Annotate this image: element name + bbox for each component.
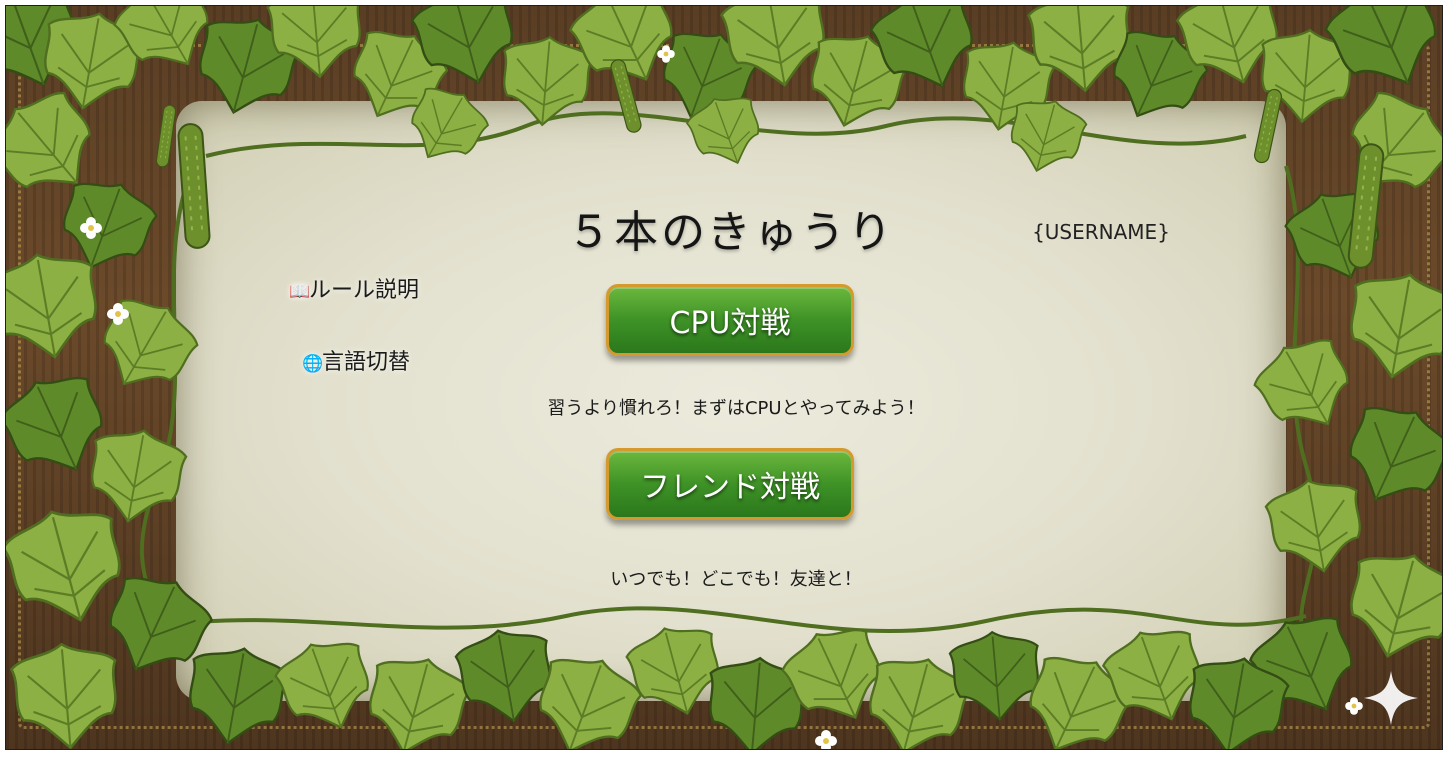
game-screen: ５本のきゅうり {USERNAME} 📖ルール説明 🌐言語切替 CPU対戦 習う… — [5, 5, 1443, 750]
rules-label: ルール説明 — [309, 278, 420, 303]
game-title: ５本のきゅうり — [567, 207, 895, 258]
book-icon: 📖 — [289, 282, 311, 302]
friend-match-caption: いつでも！どこでも！友達と！ — [610, 569, 862, 590]
friend-match-button[interactable]: フレンド対戦 — [606, 448, 854, 520]
username-display: {USERNAME} — [1032, 220, 1170, 244]
cpu-match-button[interactable]: CPU対戦 — [606, 284, 854, 356]
language-label: 言語切替 — [322, 350, 411, 375]
language-switch-button[interactable]: 🌐言語切替 — [302, 344, 410, 376]
rules-button[interactable]: 📖ルール説明 — [289, 272, 419, 304]
cpu-match-caption: 習うより慣れろ！まずはCPUとやってみよう！ — [547, 398, 925, 419]
sparkle-icon[interactable] — [1362, 669, 1420, 727]
globe-icon: 🌐 — [302, 354, 324, 374]
